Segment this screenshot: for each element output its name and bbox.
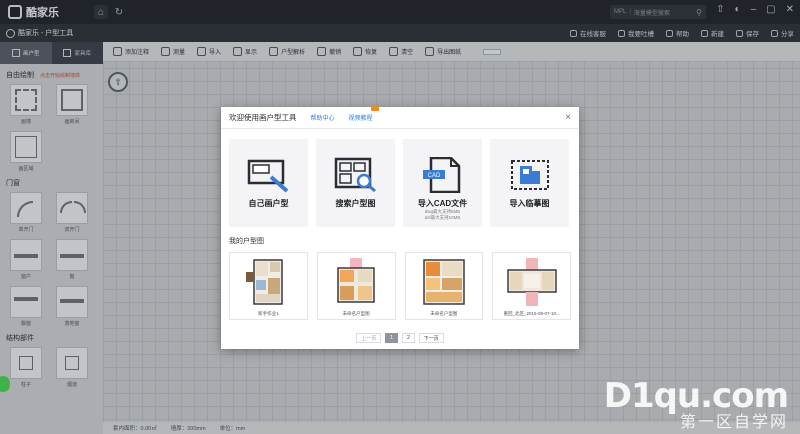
new-badge [370,106,379,111]
welcome-dialog: 欢迎使用画户型工具 帮助中心 视频教程 × 自己画户型 搜索户型图 CAD 导入… [221,106,579,349]
draw-plan-card[interactable]: 自己画户型 [229,139,308,227]
card-label: 搜索户型图 [335,199,376,208]
search-plan-card[interactable]: 搜索户型图 [316,139,395,227]
import-trace-card[interactable]: 导入临摹图 [490,139,569,227]
plan-caption: 新手作业1 [258,311,279,316]
page-1-button[interactable]: 1 [385,333,398,343]
trace-image-icon [510,160,549,190]
video-tutorial-label: 视频教程 [348,116,373,122]
close-icon[interactable]: × [565,112,571,123]
plan-thumbnail[interactable]: 未命名户型图 [404,252,484,320]
floor-plan-image [423,259,465,305]
plan-thumbnail[interactable]: 未命名户型图 [316,252,396,320]
plan-caption: 未命名户型图 [342,311,370,316]
card-label: 导入临摹图 [509,199,550,208]
floor-plan-image [246,259,284,305]
dialog-header: 欢迎使用画户型工具 帮助中心 视频教程 × [221,106,579,129]
prev-page-button[interactable]: 上一页 [356,333,382,343]
plan-thumbnail[interactable]: 新手作业1 [229,252,308,320]
page-2-button[interactable]: 2 [402,333,415,343]
floor-plan-image [506,258,557,306]
import-cad-card[interactable]: CAD 导入CAD文件 dwg最大支持5MB dxf最大支持10MB [403,139,482,227]
draw-plan-icon [247,159,288,193]
video-tutorial-link[interactable]: 视频教程 [348,106,379,122]
my-plans-title: 我的户型图 [229,238,264,245]
plan-thumbnail[interactable]: 重回_北区_2015-09-07-10... [492,252,571,320]
cad-file-icon: CAD [422,157,460,193]
pagination: 上一页 1 2 下一页 [221,333,579,343]
help-center-link[interactable]: 帮助中心 [311,113,335,122]
plan-caption: 重回_北区_2015-09-07-10... [503,311,560,316]
dialog-title: 欢迎使用画户型工具 [229,113,297,122]
card-subtext: dxf最大支持10MB [424,215,461,220]
card-label: 自己画户型 [248,199,289,208]
watermark-sub: 第一区自学网 [679,414,788,431]
watermark: D1qu.com 第一区自学网 [604,376,789,432]
next-page-button[interactable]: 下一页 [418,333,444,343]
svg-text:CAD: CAD [427,173,440,179]
search-plan-icon [334,157,376,193]
plan-caption: 未命名户型图 [430,311,458,316]
floor-plan-image [337,258,375,303]
card-label: 导入CAD文件 [417,199,468,208]
